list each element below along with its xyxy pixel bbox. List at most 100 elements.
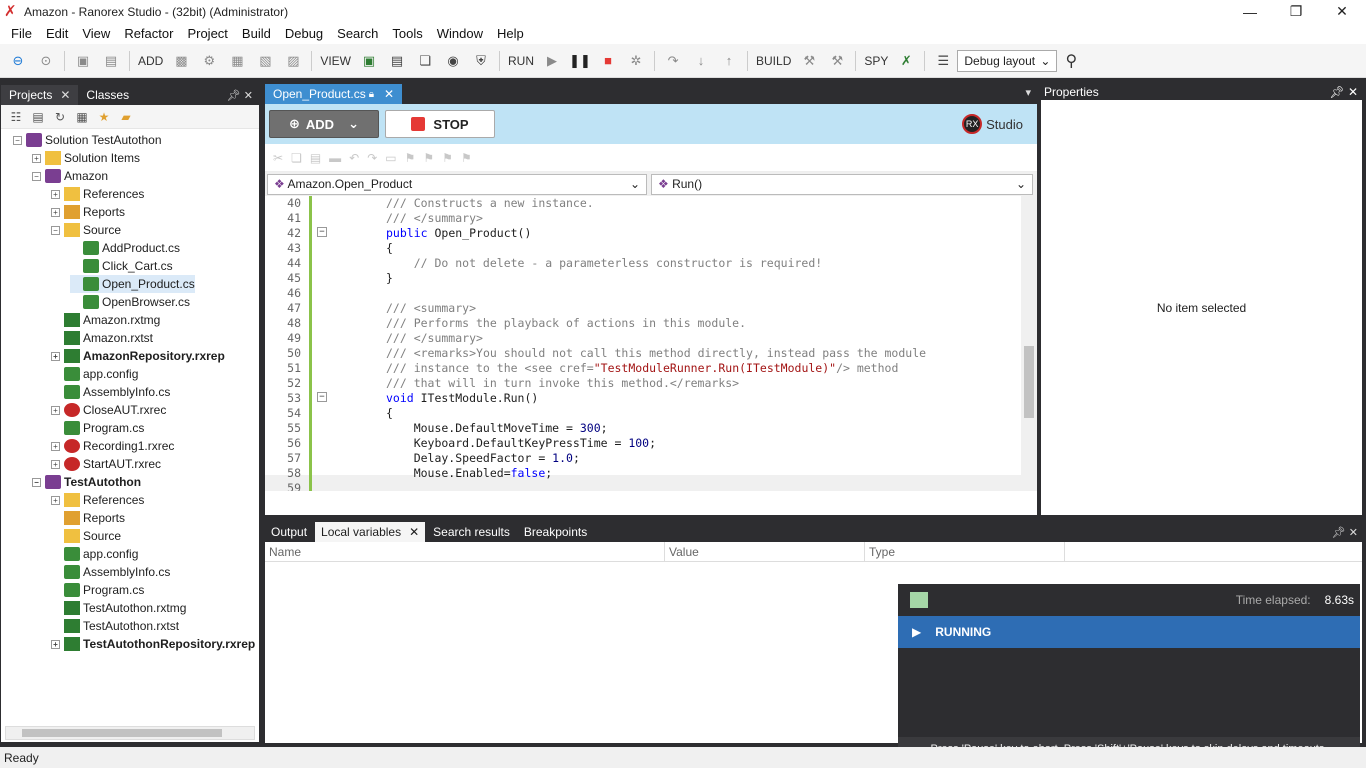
properties-icon[interactable]: ▤ xyxy=(27,110,49,124)
tree-item[interactable]: Click_Cart.cs xyxy=(70,257,173,275)
fold-toggle-icon[interactable]: − xyxy=(317,227,327,237)
open-folder-icon[interactable]: ▰ xyxy=(115,110,137,124)
add-button[interactable]: ⊕ ADD ⌄ xyxy=(269,110,379,138)
fold-toggle-icon[interactable]: − xyxy=(317,392,327,402)
add-toolbar-button[interactable]: ADD xyxy=(138,54,163,68)
back-icon[interactable]: ⊖ xyxy=(7,49,29,73)
tab-local-variables[interactable]: Local variables ✕ xyxy=(315,522,426,542)
next-bookmark-icon[interactable]: ⚑ xyxy=(442,151,453,165)
tree-horizontal-scrollbar[interactable] xyxy=(5,726,255,740)
editor-tab-open-product[interactable]: Open_Product.cs 🔒︎ ✕ xyxy=(265,84,403,104)
tree-item[interactable]: Amazon.rxtmg xyxy=(51,311,160,329)
tree-item[interactable]: Reports xyxy=(51,509,125,527)
tree-item[interactable]: + TestAutothonRepository.rxrep xyxy=(51,635,255,653)
tree-item[interactable]: + StartAUT.rxrec xyxy=(51,455,161,473)
expander-icon[interactable]: − xyxy=(32,171,41,181)
add-folder-icon[interactable]: ▩ xyxy=(170,49,192,73)
code-horizontal-scrollbar[interactable] xyxy=(265,475,1021,491)
panel-menu-icon[interactable]: ▾ xyxy=(1025,86,1031,99)
expander-icon[interactable]: + xyxy=(51,351,60,361)
search-icon[interactable]: ⚲ xyxy=(1060,49,1082,73)
rebuild-icon[interactable]: ⚒ xyxy=(826,49,848,73)
view-panel-icon[interactable]: ▤ xyxy=(386,49,408,73)
run-toolbar-button[interactable]: RUN xyxy=(508,54,534,68)
tree-item[interactable]: − TestAutothon xyxy=(32,473,141,491)
column-value[interactable]: Value xyxy=(665,542,865,561)
pin-close-icons[interactable]: 📌︎ ✕ xyxy=(1332,526,1362,539)
tree-item[interactable]: + CloseAUT.rxrec xyxy=(51,401,166,419)
expander-icon[interactable]: + xyxy=(51,495,60,505)
pause-icon[interactable]: ❚❚ xyxy=(569,49,591,73)
tree-item[interactable]: AssemblyInfo.cs xyxy=(51,563,170,581)
code-area[interactable]: 40 /// Constructs a new instance. 41 /// </… xyxy=(265,196,1037,491)
menu-item-file[interactable]: File xyxy=(4,26,39,41)
menu-item-tools[interactable]: Tools xyxy=(385,26,429,41)
tree-item[interactable]: Open_Product.cs xyxy=(70,275,195,293)
tree-item[interactable]: + References xyxy=(51,491,144,509)
forward-icon[interactable]: ⊙ xyxy=(35,49,57,73)
tree-item[interactable]: TestAutothon.rxtmg xyxy=(51,599,186,617)
pin-close-icons[interactable]: 📌︎ ✕ xyxy=(1329,85,1362,99)
column-name[interactable]: Name xyxy=(265,542,665,561)
clear-bookmarks-icon[interactable]: ⚑ xyxy=(461,151,472,165)
tree-item[interactable]: Source xyxy=(51,527,121,545)
expander-icon[interactable]: + xyxy=(51,189,60,199)
tree-item[interactable]: + AmazonRepository.rxrep xyxy=(51,347,225,365)
menu-item-refactor[interactable]: Refactor xyxy=(117,26,180,41)
play-icon[interactable]: ▶ xyxy=(541,49,563,73)
show-files-icon[interactable]: ▦ xyxy=(71,110,93,124)
debug-bug-icon[interactable]: ✲ xyxy=(625,49,647,73)
expander-icon[interactable]: + xyxy=(51,639,60,649)
tree-item[interactable]: app.config xyxy=(51,545,138,563)
build-toolbar-button[interactable]: BUILD xyxy=(756,54,791,68)
copy-icon[interactable]: ❏ xyxy=(414,49,436,73)
maximize-button[interactable]: ❐ xyxy=(1273,0,1319,23)
expander-icon[interactable]: + xyxy=(51,441,60,451)
expander-icon[interactable]: − xyxy=(51,225,60,235)
undo-icon[interactable]: ↶ xyxy=(349,151,359,165)
layout-settings-icon[interactable]: ☰ xyxy=(932,49,954,73)
build-icon[interactable]: ⚒ xyxy=(798,49,820,73)
tree-item[interactable]: AddProduct.cs xyxy=(70,239,180,257)
new-item-icon[interactable]: ★ xyxy=(93,110,115,124)
delete-icon[interactable]: ▬ xyxy=(329,151,341,165)
menu-item-search[interactable]: Search xyxy=(330,26,385,41)
step-into-icon[interactable]: ↓ xyxy=(690,49,712,73)
tree-item[interactable]: app.config xyxy=(51,365,138,383)
expander-icon[interactable]: + xyxy=(32,153,41,163)
step-over-icon[interactable]: ↷ xyxy=(662,49,684,73)
tree-item[interactable]: Program.cs xyxy=(51,581,144,599)
menu-item-view[interactable]: View xyxy=(75,26,117,41)
minimize-button[interactable]: — xyxy=(1227,0,1273,23)
expander-icon[interactable]: + xyxy=(51,207,60,217)
menu-item-build[interactable]: Build xyxy=(235,26,278,41)
shield-icon[interactable]: ⛨ xyxy=(470,49,492,73)
column-type[interactable]: Type xyxy=(865,542,1065,561)
close-icon[interactable]: ✕ xyxy=(384,87,394,101)
paste-icon[interactable]: ▤ xyxy=(310,151,321,165)
record-icon[interactable]: ◉ xyxy=(442,49,464,73)
step-out-icon[interactable]: ↑ xyxy=(718,49,740,73)
bookmark-icon[interactable]: ⚑ xyxy=(405,151,416,165)
expander-icon[interactable]: + xyxy=(51,459,60,469)
comment-icon[interactable]: ▭ xyxy=(385,151,396,165)
tab-projects[interactable]: Projects ✕ xyxy=(1,85,79,105)
tree-item[interactable]: − Source xyxy=(51,221,121,239)
close-window-button[interactable]: ✕ xyxy=(1319,0,1365,23)
tree-item[interactable]: + Reports xyxy=(51,203,125,221)
spy-toolbar-button[interactable]: SPY xyxy=(864,54,888,68)
expander-icon[interactable]: + xyxy=(51,405,60,415)
stop-button[interactable]: STOP xyxy=(385,110,495,138)
tree-item[interactable]: − Solution TestAutothon xyxy=(13,131,162,149)
collapse-all-icon[interactable]: ☷ xyxy=(5,110,27,124)
tree-item[interactable]: + Solution Items xyxy=(32,149,140,167)
stop-icon[interactable]: ■ xyxy=(597,49,619,73)
refresh-icon[interactable]: ↻ xyxy=(49,110,71,124)
tree-item[interactable]: TestAutothon.rxtst xyxy=(51,617,179,635)
close-icon[interactable]: ✕ xyxy=(409,525,419,539)
layout-select[interactable]: Debug layout ⌄ xyxy=(957,49,1058,72)
tree-item[interactable]: − Amazon xyxy=(32,167,108,185)
add-item-icon[interactable]: ▦ xyxy=(226,49,248,73)
code-vertical-scrollbar[interactable] xyxy=(1021,196,1037,491)
tree-item[interactable]: Amazon.rxtst xyxy=(51,329,153,347)
